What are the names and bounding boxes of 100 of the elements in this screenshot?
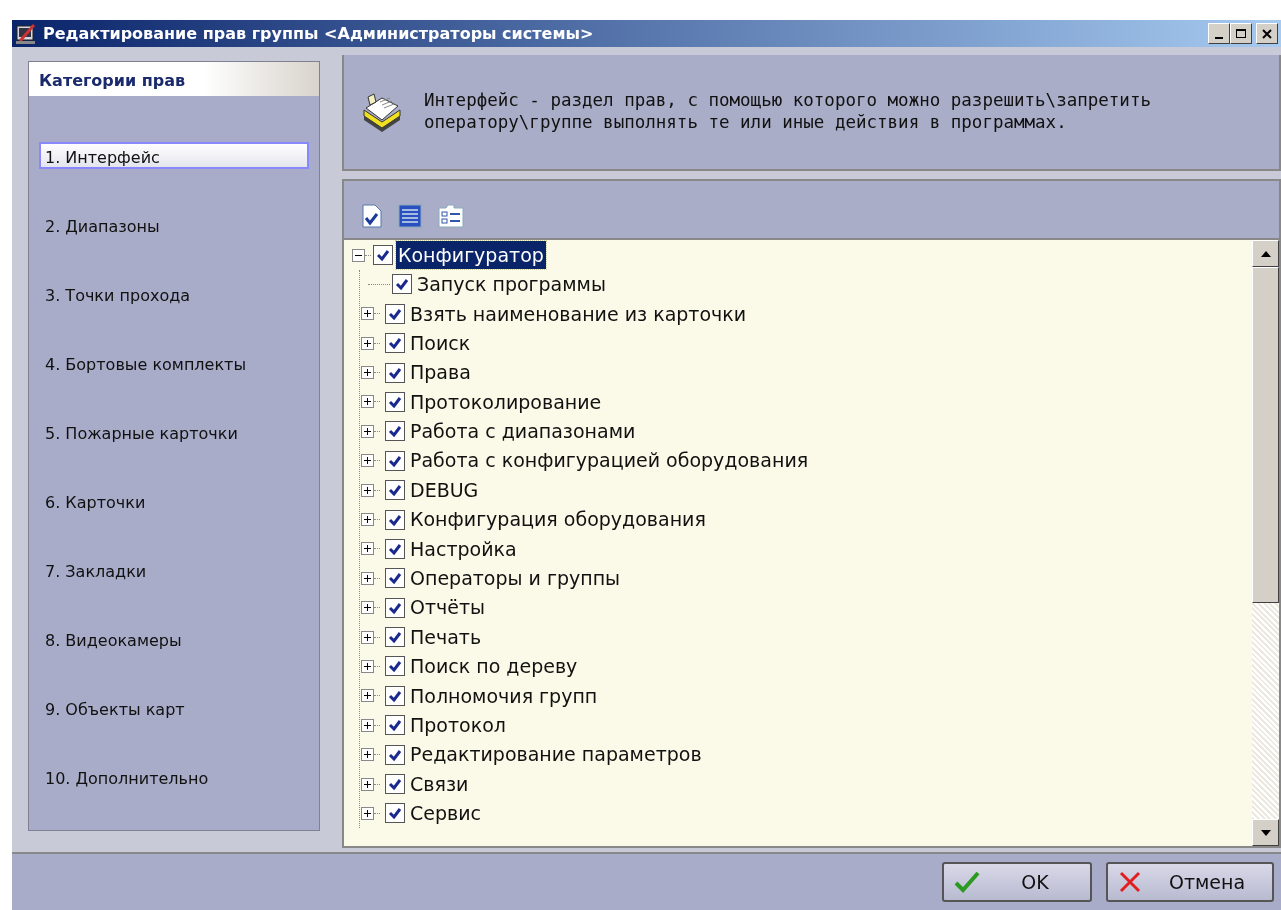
expand-toggle[interactable]	[361, 689, 374, 703]
expand-toggle[interactable]	[361, 806, 374, 820]
cancel-button[interactable]: Отмена	[1106, 862, 1274, 902]
plus-icon	[363, 338, 372, 348]
checkbox[interactable]	[385, 744, 405, 765]
check-icon	[388, 747, 402, 762]
expand-toggle[interactable]	[361, 395, 374, 409]
tree-item[interactable]: Полномочия групп	[408, 681, 600, 711]
scroll-thumb[interactable]	[1252, 267, 1279, 604]
tree-item[interactable]: DEBUG	[408, 475, 481, 505]
expand-toggle[interactable]	[361, 718, 374, 732]
tree-item[interactable]: Настройка	[408, 534, 519, 564]
category-item[interactable]: 5. Пожарные карточки	[39, 418, 309, 445]
scroll-down-button[interactable]	[1252, 819, 1279, 846]
expand-toggle[interactable]	[361, 336, 374, 350]
plus-icon	[363, 573, 372, 583]
check-icon	[388, 394, 402, 409]
maximize-button[interactable]	[1230, 23, 1252, 44]
tree-item[interactable]: Конфигурация оборудования	[408, 505, 708, 534]
checkbox[interactable]	[392, 274, 412, 295]
checkbox[interactable]	[385, 538, 405, 559]
checkbox[interactable]	[385, 303, 405, 324]
category-item[interactable]: 2. Диапазоны	[39, 211, 309, 238]
plus-icon	[363, 426, 372, 436]
expand-toggle[interactable]	[361, 542, 374, 556]
expand-toggle[interactable]	[361, 748, 374, 762]
tree-item[interactable]: Протоколирование	[408, 387, 604, 417]
list-icon[interactable]	[398, 204, 422, 229]
plus-icon	[363, 808, 372, 818]
checkbox[interactable]	[385, 333, 405, 354]
expand-toggle[interactable]	[361, 571, 374, 585]
expand-toggle[interactable]	[361, 601, 374, 615]
up-arrow-icon	[1260, 250, 1271, 257]
check-all-icon[interactable]	[362, 204, 382, 229]
tree-item[interactable]: Запуск программы	[415, 270, 608, 299]
tree-item[interactable]: Работа с конфигурацией оборудования	[408, 446, 811, 475]
plus-icon	[363, 691, 372, 701]
tree-item[interactable]: Взять наименование из карточки	[408, 299, 749, 329]
category-item[interactable]: 3. Точки прохода	[39, 280, 309, 307]
checkbox[interactable]	[385, 421, 405, 442]
tree-item[interactable]: Операторы и группы	[408, 564, 623, 593]
expand-toggle[interactable]	[361, 424, 374, 438]
category-item[interactable]: 4. Бортовые комплекты	[39, 349, 309, 376]
expand-toggle[interactable]	[361, 659, 374, 673]
down-arrow-icon	[1260, 829, 1271, 836]
check-icon	[388, 306, 402, 321]
category-item[interactable]: 1. Интерфейс	[39, 142, 309, 169]
expand-toggle[interactable]	[361, 307, 374, 321]
checkbox[interactable]	[385, 480, 405, 501]
category-item[interactable]: 10. Дополнительно	[39, 763, 309, 790]
category-item[interactable]: 9. Объекты карт	[39, 694, 309, 721]
expand-toggle[interactable]	[361, 630, 374, 644]
tree-item[interactable]: Работа с диапазонами	[408, 417, 638, 446]
tree-item[interactable]: Сервис	[408, 799, 483, 828]
checkbox[interactable]	[385, 597, 405, 618]
checkbox[interactable]	[385, 656, 405, 677]
scroll-up-button[interactable]	[1252, 240, 1279, 268]
checkbox[interactable]	[385, 391, 405, 412]
tree-item[interactable]: Поиск по дереву	[408, 652, 580, 681]
ok-button[interactable]: OK	[942, 862, 1092, 902]
scrollbar[interactable]	[1252, 240, 1279, 846]
tree-item[interactable]: Связи	[408, 769, 471, 799]
checkbox[interactable]	[385, 774, 405, 795]
app-icon	[15, 22, 37, 45]
checklist-icon[interactable]	[438, 204, 464, 229]
tree-item[interactable]: Поиск	[408, 328, 473, 358]
check-icon	[388, 483, 402, 498]
plus-icon	[363, 750, 372, 760]
checkbox[interactable]	[385, 450, 405, 471]
tree-item[interactable]: Редактирование параметров	[408, 740, 704, 769]
collapse-toggle[interactable]	[352, 248, 365, 262]
checkbox[interactable]	[385, 568, 405, 589]
check-icon	[388, 571, 402, 586]
check-icon	[388, 453, 402, 468]
checkbox[interactable]	[385, 509, 405, 530]
plus-icon	[363, 515, 372, 524]
check-icon	[388, 541, 402, 556]
tree-item[interactable]: Отчёты	[408, 593, 487, 622]
checkbox[interactable]	[385, 803, 405, 824]
expand-toggle[interactable]	[361, 777, 374, 791]
checkbox[interactable]	[385, 685, 405, 706]
close-button[interactable]	[1256, 23, 1278, 44]
expand-toggle[interactable]	[361, 483, 374, 497]
plus-icon	[363, 544, 372, 554]
tree-item[interactable]: Конфигуратор	[396, 240, 546, 270]
tree-item[interactable]: Права	[408, 358, 473, 387]
tree-item[interactable]: Протокол	[408, 711, 508, 740]
tree-item[interactable]: Печать	[408, 622, 484, 652]
category-item[interactable]: 6. Карточки	[39, 487, 309, 514]
checkbox[interactable]	[385, 362, 405, 383]
expand-toggle[interactable]	[361, 513, 374, 526]
check-icon	[395, 277, 409, 292]
expand-toggle[interactable]	[361, 454, 374, 468]
checkbox[interactable]	[385, 715, 405, 736]
minimize-button[interactable]	[1208, 23, 1230, 44]
checkbox[interactable]	[373, 245, 393, 265]
checkbox[interactable]	[385, 627, 405, 648]
category-item[interactable]: 8. Видеокамеры	[39, 625, 309, 652]
category-item[interactable]: 7. Закладки	[39, 556, 309, 583]
expand-toggle[interactable]	[361, 366, 374, 380]
